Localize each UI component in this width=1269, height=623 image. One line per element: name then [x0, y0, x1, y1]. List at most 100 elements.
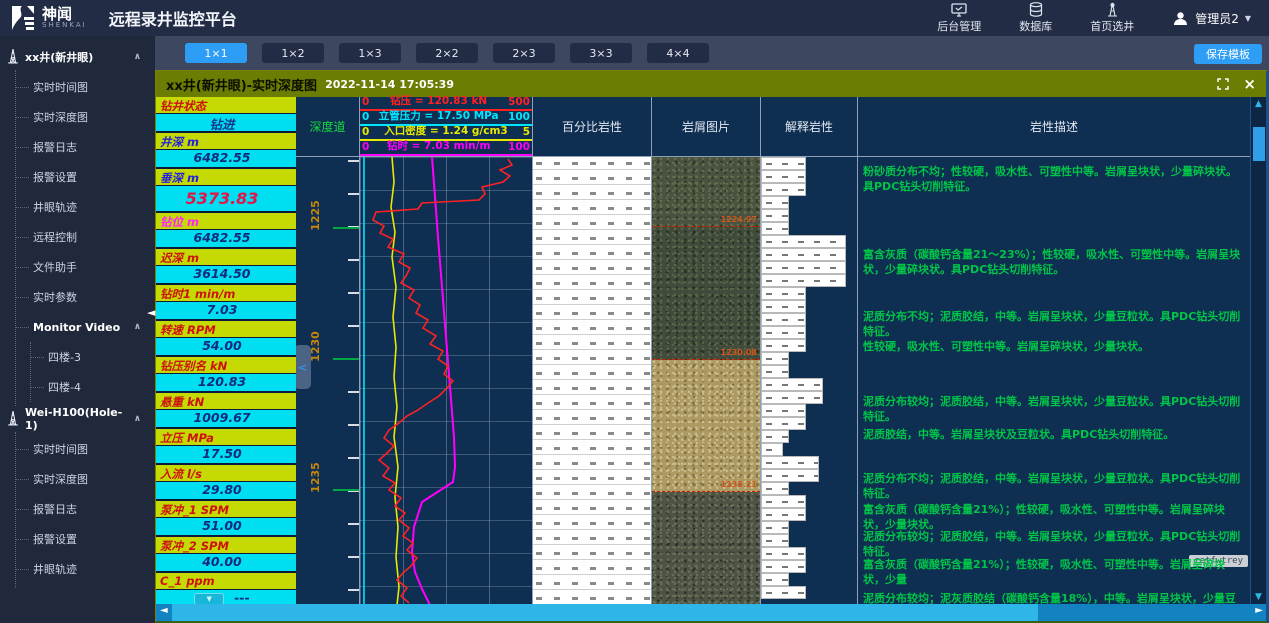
- sidebar-item-报警设置[interactable]: 报警设置: [16, 524, 155, 554]
- layout-button-4×4[interactable]: 4×4: [647, 43, 709, 63]
- param-overflow-label: [288, 501, 296, 517]
- param-label-5: 钻时1 min/m: [156, 285, 288, 301]
- tree-dash: [16, 147, 29, 148]
- lithology-segment-6: [761, 235, 846, 248]
- sidebar-collapse-arrow[interactable]: ◄: [147, 306, 155, 319]
- sidebar-item-报警设置[interactable]: 报警设置: [16, 162, 155, 192]
- percent-lithology-header: 百分比岩性: [533, 97, 651, 157]
- sidebar-item-实时深度图[interactable]: 实时深度图: [16, 464, 155, 494]
- sidebar-item-文件助手[interactable]: 文件助手: [16, 252, 155, 282]
- param-dropdown-button[interactable]: ▼: [194, 593, 224, 605]
- lithology-segment-4: [761, 209, 789, 222]
- layout-button-1×2[interactable]: 1×2: [262, 43, 324, 63]
- close-icon[interactable]: ×: [1243, 77, 1256, 92]
- tree-dash: [16, 117, 29, 118]
- tree-dash: [16, 449, 29, 450]
- sidebar-item-四楼-4[interactable]: 四楼-4: [31, 372, 155, 402]
- collapse-caret-icon[interactable]: ∧: [134, 52, 141, 62]
- scroll-down-icon[interactable]: ▼: [1251, 592, 1266, 602]
- sidebar-item-实时时间图[interactable]: 实时时间图: [16, 434, 155, 464]
- curve-max: 500: [508, 96, 530, 108]
- admin-monitor-icon: [951, 3, 967, 17]
- sidebar-item-远程控制[interactable]: 远程控制: [16, 222, 155, 252]
- param-overflow-value: [288, 518, 296, 535]
- tree-dash: [31, 357, 44, 358]
- curve-name-value: 立管压力 = 17.50 MPa: [379, 108, 499, 123]
- sidebar-item-报警日志[interactable]: 报警日志: [16, 494, 155, 524]
- layout-button-2×2[interactable]: 2×2: [416, 43, 478, 63]
- param-overflow-label: [288, 249, 296, 265]
- lithology-segment-14: [761, 339, 806, 352]
- sidebar-item-四楼-3[interactable]: 四楼-3: [31, 342, 155, 372]
- param-overflow-value: [288, 446, 296, 463]
- param-overflow-label: [288, 169, 296, 185]
- lithology-segment-20: [761, 417, 806, 430]
- well-node-1[interactable]: Wei-H100(Hole-1)∧: [6, 406, 155, 432]
- horizontal-scroll-thumb[interactable]: [172, 604, 1038, 621]
- save-template-button[interactable]: 保存模板: [1194, 44, 1262, 64]
- panel-timestamp: 2022-11-14 17:05:39: [325, 78, 454, 91]
- scroll-right-icon[interactable]: ►: [1255, 605, 1263, 616]
- collapse-caret-icon[interactable]: ∧: [134, 322, 141, 332]
- param-overflow-value: [288, 590, 296, 604]
- layout-button-3×3[interactable]: 3×3: [570, 43, 632, 63]
- param-overflow-label: [288, 429, 296, 445]
- param-overflow-label: [288, 213, 296, 229]
- collapse-caret-icon[interactable]: ∧: [134, 414, 141, 424]
- curve-min: 0: [362, 111, 369, 123]
- param-overflow-value: [288, 554, 296, 571]
- tree-dash: [16, 479, 29, 480]
- lithology-segment-32: [761, 573, 789, 586]
- param-label-6: 转速 RPM: [156, 321, 288, 337]
- param-overflow-value: [288, 266, 296, 283]
- nav-database[interactable]: 数据库: [1019, 2, 1052, 34]
- depth-tick-line: [333, 358, 359, 360]
- user-menu[interactable]: 管理员2 ▼: [1172, 10, 1251, 27]
- scroll-left-icon[interactable]: ◄: [160, 605, 168, 616]
- well-node-0[interactable]: xx井(新井眼)∧: [6, 44, 155, 70]
- lithology-segment-15: [761, 352, 789, 365]
- interpreted-lithology-body: [761, 157, 857, 605]
- depth-tick-line: [333, 227, 359, 229]
- lithology-segment-7: [761, 248, 846, 261]
- depth-track-body: < 122512301235: [296, 157, 359, 605]
- shenkai-logo-icon: [10, 5, 36, 31]
- lithology-segment-28: [761, 521, 789, 534]
- cuttings-photo-3: [652, 492, 760, 605]
- sidebar-item-monitor-video[interactable]: Monitor Video∧: [16, 312, 155, 342]
- scroll-up-icon[interactable]: ▲: [1251, 99, 1266, 109]
- sidebar-item-实时时间图[interactable]: 实时时间图: [16, 72, 155, 102]
- nav-admin[interactable]: 后台管理: [937, 3, 981, 34]
- sidebar-item-井眼轨迹[interactable]: 井眼轨迹: [16, 554, 155, 584]
- brand-en: SHENKAI: [42, 22, 87, 29]
- sidebar-item-实时深度图[interactable]: 实时深度图: [16, 102, 155, 132]
- tree-dash: [16, 207, 29, 208]
- vertical-scrollbar[interactable]: ▲ ▼: [1250, 97, 1266, 604]
- vertical-scroll-thumb[interactable]: [1253, 127, 1265, 161]
- description-5: 泥质胶结，中等。岩屑呈块状及豆粒状。具PDC钻头切削特征。: [863, 427, 1246, 442]
- curve-track: 0钻压 = 120.83 kN5000立管压力 = 17.50 MPa1000入…: [360, 97, 533, 604]
- cuttings-photos-column: 岩屑图片 1224.971230.081235.11: [652, 97, 761, 604]
- param-value-11: 51.00: [156, 518, 288, 535]
- horizontal-scrollbar[interactable]: ◄ ►: [156, 604, 1266, 621]
- tree-dash: [16, 327, 29, 328]
- param-label-13: C_1 ppm: [156, 573, 288, 589]
- layout-button-1×1[interactable]: 1×1: [185, 43, 247, 63]
- param-overflow-label: [288, 393, 296, 409]
- sidebar-item-实时参数[interactable]: 实时参数: [16, 282, 155, 312]
- fullscreen-icon[interactable]: [1217, 78, 1229, 90]
- param-overflow-label: [288, 321, 296, 337]
- layout-button-2×3[interactable]: 2×3: [493, 43, 555, 63]
- layout-button-1×3[interactable]: 1×3: [339, 43, 401, 63]
- sidebar-item-label: 四楼-4: [48, 379, 81, 395]
- nav-well-select[interactable]: 首页选井: [1090, 2, 1134, 34]
- sidebar-item-报警日志[interactable]: 报警日志: [16, 132, 155, 162]
- header-nav: 后台管理 数据库 首页选井: [937, 2, 1269, 34]
- param-overflow-value: [288, 374, 296, 391]
- sidebar-item-井眼轨迹[interactable]: 井眼轨迹: [16, 192, 155, 222]
- well-children: 实时时间图实时深度图报警日志报警设置井眼轨迹远程控制文件助手实时参数Monito…: [15, 70, 155, 406]
- lithology-segment-33: [761, 586, 806, 599]
- param-overflow-label: [288, 357, 296, 373]
- depth-tick-line: [333, 489, 359, 491]
- panel-title: xx井(新井眼)-实时深度图: [166, 75, 317, 94]
